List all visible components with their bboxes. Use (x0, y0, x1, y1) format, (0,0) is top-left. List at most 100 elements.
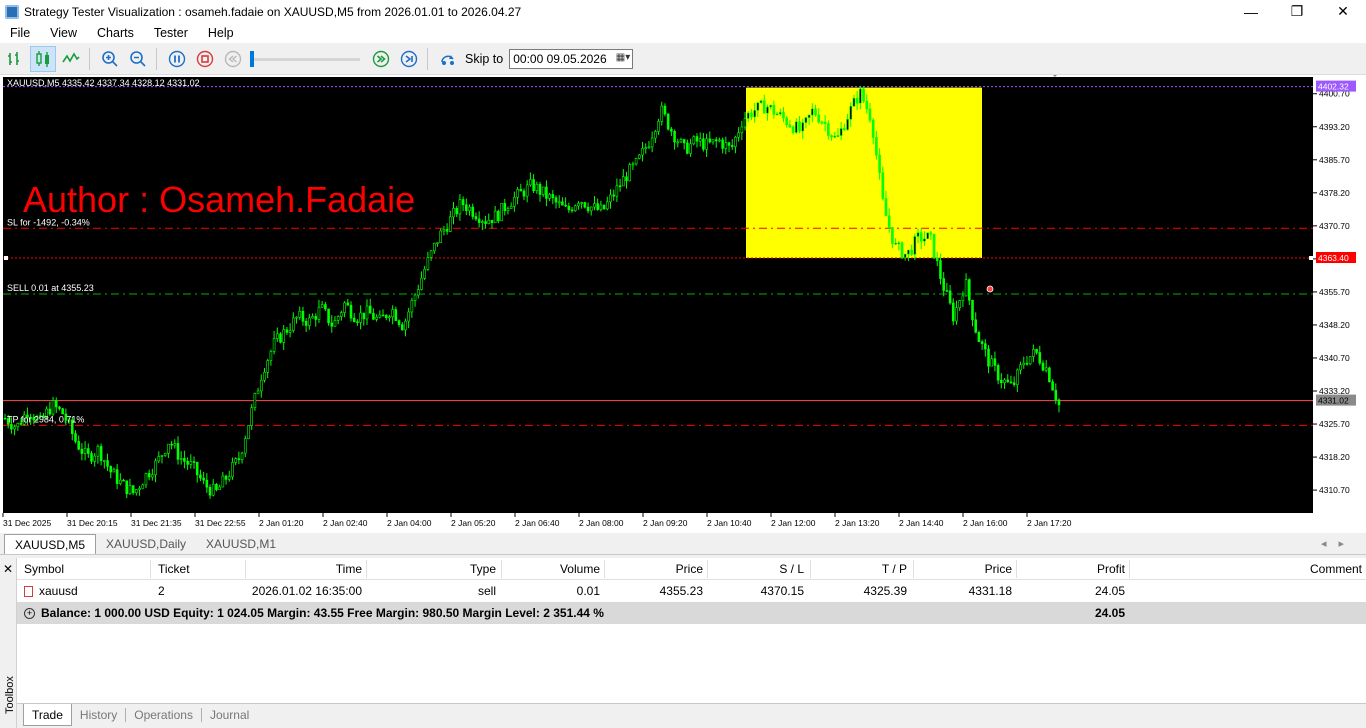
candle-body (525, 184, 529, 197)
maximize-button[interactable]: ❐ (1274, 0, 1320, 23)
col-ticket[interactable]: Ticket (154, 558, 244, 580)
candle-body (573, 205, 577, 212)
tab-history[interactable]: History (72, 704, 125, 726)
tab-journal[interactable]: Journal (202, 704, 257, 726)
candle-body (913, 236, 917, 255)
skip-to-button[interactable] (435, 46, 461, 72)
toolbar: Skip to 00:00 09.05.2026 ▦▾ (0, 44, 1366, 75)
candle-body (705, 138, 708, 150)
candle-body (827, 123, 830, 136)
col-tp[interactable]: T / P (811, 558, 911, 580)
skip-to-icon (441, 55, 454, 65)
tab-operations[interactable]: Operations (126, 704, 201, 726)
candle-body (445, 229, 449, 232)
candle-body (413, 294, 417, 301)
table-row[interactable]: xauusd 2 2026.01.02 16:35:00 sell 0.01 4… (17, 580, 1366, 602)
menu-tester[interactable]: Tester (144, 26, 198, 40)
candle-body (311, 316, 314, 319)
candle-body (897, 242, 901, 245)
chart-tab-m5[interactable]: XAUUSD,M5 (4, 534, 97, 554)
menu-file[interactable]: File (0, 26, 40, 40)
line-chart-button[interactable] (58, 46, 84, 72)
candle-body (481, 221, 484, 223)
zoom-out-button[interactable] (125, 46, 151, 72)
candle-body (746, 112, 750, 119)
candlestick-button[interactable] (30, 46, 56, 72)
cell-ticket: 2 (158, 584, 165, 598)
candle-body (54, 400, 58, 408)
candle-body (564, 204, 567, 207)
time-tick-label: 2 Jan 10:40 (707, 518, 752, 528)
chart-tab-m1[interactable]: XAUUSD,M1 (196, 534, 286, 554)
candle-body (452, 208, 455, 218)
chart-tab-daily[interactable]: XAUUSD,Daily (96, 534, 196, 554)
trade-table: Symbol Ticket Time Type Volume Price S /… (17, 558, 1366, 624)
candle-body (730, 145, 734, 147)
step-forward-button[interactable] (396, 46, 422, 72)
minimize-button[interactable]: — (1228, 0, 1274, 23)
candle-body (324, 304, 327, 310)
candle-body (625, 176, 628, 182)
col-time[interactable]: Time (246, 558, 366, 580)
time-tick-label: 2 Jan 12:00 (771, 518, 816, 528)
candle-body (240, 452, 244, 460)
candle-body (86, 448, 90, 454)
tab-scroll-arrows[interactable]: ◂▸ (1321, 537, 1356, 550)
price-chart[interactable]: 4400.704393.204385.704378.204370.704363.… (0, 75, 1366, 533)
candle-body (596, 203, 599, 210)
calendar-dropdown-icon[interactable]: ▦▾ (616, 52, 630, 63)
col-price-current[interactable]: Price (914, 558, 1016, 580)
candle-body (74, 433, 77, 442)
line-chart-icon (62, 52, 80, 63)
fast-forward-button[interactable] (368, 46, 394, 72)
col-type[interactable]: Type (367, 558, 500, 580)
candle-body (484, 221, 487, 224)
rewind-button[interactable] (220, 46, 246, 72)
candle-body (541, 186, 545, 195)
candle-body (971, 299, 974, 321)
expand-icon[interactable]: + (24, 607, 35, 619)
bar-chart-button[interactable] (2, 46, 28, 72)
candle-body (865, 100, 869, 110)
toolbox-close-icon[interactable]: ✕ (3, 562, 13, 576)
candle-body (288, 330, 292, 333)
fast-forward-icon (372, 50, 390, 68)
candle-body (721, 139, 724, 149)
skip-to-datetime-input[interactable]: 00:00 09.05.2026 ▦▾ (509, 49, 634, 69)
candle-body (343, 302, 346, 313)
candle-body (215, 484, 218, 491)
candle-body (538, 184, 542, 195)
pause-button[interactable] (164, 46, 190, 72)
candle-body (657, 121, 660, 132)
zoom-in-button[interactable] (97, 46, 123, 72)
menu-view[interactable]: View (40, 26, 87, 40)
col-sl[interactable]: S / L (708, 558, 808, 580)
candle-body (862, 88, 865, 102)
candle-body (791, 126, 795, 133)
candle-body (333, 320, 337, 327)
candle-body (650, 137, 654, 148)
candle-body (243, 438, 247, 454)
toolbox-tab-bar: Trade History Operations Journal (17, 703, 1366, 728)
menu-charts[interactable]: Charts (87, 26, 144, 40)
candle-body (58, 406, 61, 409)
menu-help[interactable]: Help (198, 26, 244, 40)
candle-body (570, 209, 574, 212)
time-tick-label: 2 Jan 04:00 (387, 518, 432, 528)
col-volume[interactable]: Volume (502, 558, 604, 580)
col-comment[interactable]: Comment (1130, 558, 1366, 580)
app-icon (5, 4, 19, 19)
col-profit[interactable]: Profit (1017, 558, 1129, 580)
col-symbol[interactable]: Symbol (20, 558, 150, 580)
candle-body (519, 189, 523, 192)
chart-canvas[interactable]: 4400.704393.204385.704378.204370.704363.… (0, 75, 1366, 533)
speed-slider[interactable] (250, 49, 360, 69)
close-button[interactable]: ✕ (1320, 0, 1366, 23)
tab-trade[interactable]: Trade (23, 704, 72, 726)
cell-type: sell (477, 584, 496, 598)
stop-button[interactable] (192, 46, 218, 72)
candle-body (689, 143, 692, 154)
col-price[interactable]: Price (605, 558, 707, 580)
price-tick-label: 4318.20 (1319, 452, 1350, 462)
slider-thumb[interactable] (250, 51, 254, 67)
